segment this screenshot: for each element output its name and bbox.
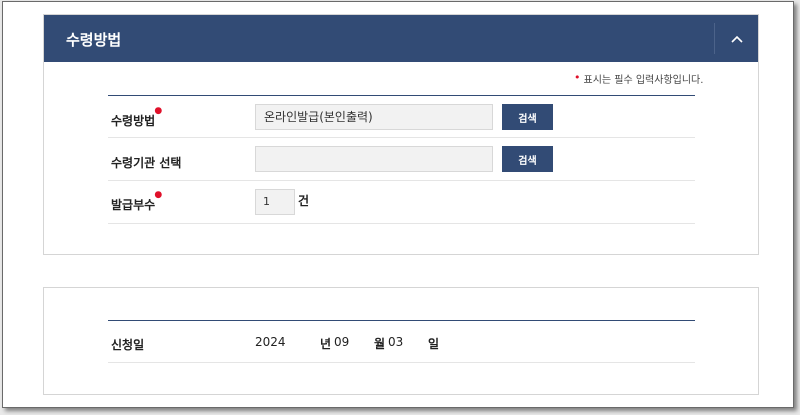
required-mark-icon: ● bbox=[154, 106, 163, 116]
date-month: 09 bbox=[334, 335, 350, 349]
required-note: • 표시는 필수 입력사항입니다. bbox=[574, 71, 704, 86]
row-divider bbox=[108, 180, 695, 181]
year-unit: 년 bbox=[320, 337, 332, 351]
field-label-copies: 발급부수 ● bbox=[111, 190, 163, 212]
receive-method-field[interactable]: 온라인발급(본인출력) bbox=[255, 104, 493, 130]
chevron-up-icon bbox=[730, 35, 743, 43]
application-date-panel: 신청일 2024 년 09 월 03 일 bbox=[43, 287, 759, 395]
row-divider bbox=[108, 137, 695, 138]
row-divider bbox=[108, 223, 695, 224]
date-label: 신청일 bbox=[111, 338, 145, 352]
search-button-institution[interactable]: 검색 bbox=[502, 146, 553, 172]
panel-title: 수령방법 bbox=[66, 31, 122, 49]
month-unit: 월 bbox=[374, 337, 386, 351]
receive-method-panel: 수령방법 • 표시는 필수 입력사항입니다. 수령방법 ● 온라인발급(본인출력)… bbox=[43, 14, 759, 255]
required-dot-icon: • bbox=[574, 71, 581, 84]
collapse-button[interactable] bbox=[715, 15, 758, 62]
field-label-institution: 수령기관 선택 bbox=[111, 156, 182, 170]
panel-header: 수령방법 bbox=[44, 15, 758, 62]
field-label-receive-method: 수령방법 ● bbox=[111, 106, 163, 128]
required-mark-icon: ● bbox=[154, 190, 163, 200]
institution-field[interactable] bbox=[255, 146, 493, 172]
row-divider bbox=[108, 362, 695, 363]
date-day: 03 bbox=[388, 335, 404, 349]
day-unit: 일 bbox=[428, 337, 440, 351]
page-frame: 수령방법 • 표시는 필수 입력사항입니다. 수령방법 ● 온라인발급(본인출력)… bbox=[2, 1, 794, 408]
copies-unit: 건 bbox=[298, 194, 310, 208]
date-year: 2024 bbox=[255, 335, 286, 349]
form-top-line bbox=[108, 95, 695, 96]
copies-input[interactable]: 1 bbox=[255, 189, 295, 215]
search-button-receive-method[interactable]: 검색 bbox=[502, 104, 553, 130]
form-top-line bbox=[108, 320, 695, 321]
